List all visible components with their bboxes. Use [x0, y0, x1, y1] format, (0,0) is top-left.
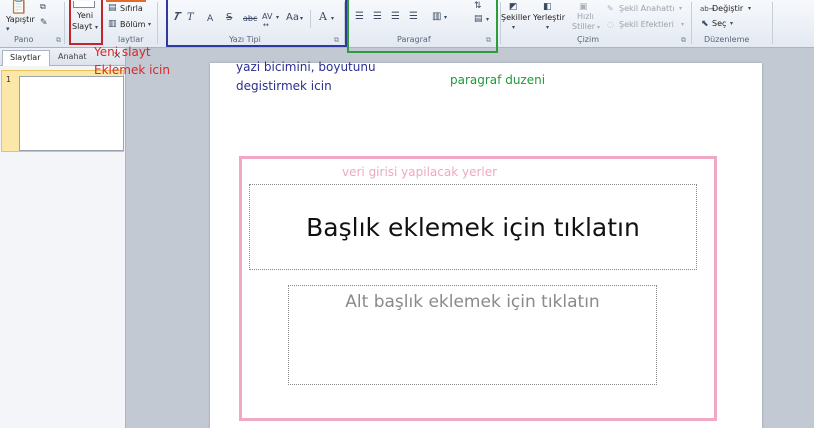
replace-button[interactable]: Değiştir: [712, 4, 743, 14]
font-annotation-line1: yazi bicimini, boyutunu: [236, 60, 376, 74]
pano-launcher-icon[interactable]: ⧉: [56, 36, 61, 45]
paste-icon[interactable]: 📋: [10, 0, 27, 14]
new-slide-annotation-line1: Yeni slayt: [94, 45, 151, 59]
slides-group-label: laytlar: [118, 35, 144, 44]
paragraph-annotation: paragraf duzeni: [450, 73, 546, 87]
new-slide-highlight-box: [69, 0, 103, 45]
shape-effects-button[interactable]: Şekil Efektleri: [619, 20, 674, 30]
separator: [772, 2, 773, 44]
reset-button[interactable]: Sıfırla: [120, 4, 143, 14]
editing-group-label: Düzenleme: [704, 35, 750, 44]
shape-outline-button[interactable]: Şekil Anahattı: [619, 4, 675, 14]
tab-outline[interactable]: Anahat: [58, 52, 87, 62]
select-icon[interactable]: ⬉: [701, 19, 709, 29]
separator: [64, 2, 65, 44]
quick-styles-dropdown-icon[interactable]: ▾: [597, 23, 600, 33]
section-icon[interactable]: ▥: [108, 19, 117, 29]
font-highlight-box: [166, 0, 347, 47]
ribbon: 📋 Yapıştır ▾ ⧉ ✎ Pano ⧉ Yeni Slayt ▾ ▤ S…: [0, 0, 814, 53]
slide-number: 1: [6, 75, 12, 84]
subtitle-placeholder[interactable]: Alt başlık eklemek için tıklatın: [288, 285, 657, 385]
slide-thumbnail[interactable]: [19, 76, 124, 151]
input-area-annotation: veri girisi yapilacak yerler: [342, 165, 498, 179]
title-placeholder[interactable]: Başlık eklemek için tıklatın: [249, 184, 697, 270]
shape-effects-icon[interactable]: ◌: [607, 20, 614, 30]
separator: [691, 2, 692, 44]
reset-icon[interactable]: ▤: [108, 3, 117, 13]
arrange-dropdown-icon[interactable]: ▾: [546, 23, 549, 33]
quick-styles-label-line1[interactable]: Hızlı: [577, 12, 594, 22]
section-button[interactable]: Bölüm: [120, 20, 145, 30]
separator: [500, 2, 501, 44]
subtitle-placeholder-text: Alt başlık eklemek için tıklatın: [345, 292, 600, 312]
tab-slides-label: Slaytlar: [10, 53, 41, 62]
paste-dropdown-icon[interactable]: ▾: [6, 24, 10, 34]
separator: [157, 2, 158, 44]
shape-outline-dropdown-icon[interactable]: ▾: [679, 4, 682, 14]
pano-group-label: Pano: [14, 35, 34, 44]
arrange-button[interactable]: Yerleştir: [533, 13, 565, 23]
tab-slides[interactable]: Slaytlar: [2, 50, 50, 66]
select-dropdown-icon[interactable]: ▾: [730, 19, 733, 29]
drawing-launcher-icon[interactable]: ⧉: [681, 36, 686, 45]
arrange-icon[interactable]: ◧: [543, 2, 552, 12]
shapes-button[interactable]: Şekiller: [501, 13, 531, 23]
slide-canvas[interactable]: Başlık eklemek için tıklatın Alt başlık …: [210, 63, 762, 428]
title-placeholder-text: Başlık eklemek için tıklatın: [306, 212, 640, 242]
drawing-group-label: Çizim: [577, 35, 600, 44]
paragraph-highlight-box: [347, 0, 498, 53]
slide-thumbnail-selected[interactable]: 1: [1, 70, 124, 152]
quick-styles-icon[interactable]: ▣: [579, 2, 588, 12]
shapes-dropdown-icon[interactable]: ▾: [512, 23, 515, 33]
quick-styles-label-line2[interactable]: Stiller: [572, 22, 595, 32]
paste-button-label[interactable]: Yapıştır: [6, 15, 35, 25]
new-slide-annotation-line2: Eklemek icin: [94, 63, 170, 77]
replace-dropdown-icon[interactable]: ▾: [748, 4, 751, 14]
shape-outline-icon[interactable]: ✎: [607, 4, 614, 14]
select-button[interactable]: Seç: [712, 19, 726, 29]
highlight-strip: [106, 0, 146, 2]
shape-effects-dropdown-icon[interactable]: ▾: [681, 20, 684, 30]
font-annotation-line2: degistirmek icin: [236, 79, 332, 93]
copy-icon[interactable]: ⧉: [40, 2, 46, 12]
section-dropdown-icon[interactable]: ▾: [148, 20, 151, 30]
format-painter-icon[interactable]: ✎: [40, 18, 48, 28]
shapes-icon[interactable]: ◩: [509, 2, 518, 12]
slides-pane: Slaytlar Anahat × 1: [0, 48, 126, 428]
